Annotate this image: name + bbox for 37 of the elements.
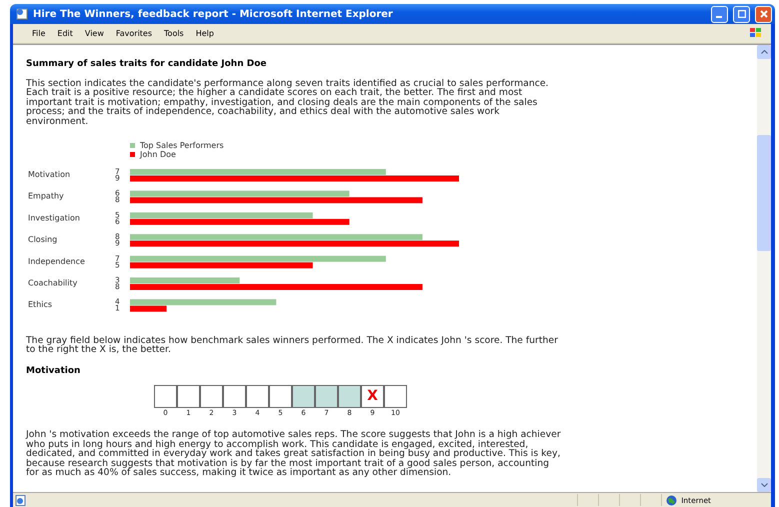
category-label: Motivation — [28, 170, 70, 179]
menu-item[interactable]: Help — [190, 27, 219, 40]
intro-paragraph: This section indicates the candidate's performance along seven traits identified as crucial to sales performance. Each trait is a positive resource; the higher a candidate scores on each trait, the better. The first and most important trait is motivation; empathy, investigation, and closing deals are the main components of the sales process; and the traits of independence, coachability, and ethics deal with the automotive sales work environment. — [26, 78, 550, 127]
scrollbar[interactable] — [757, 45, 771, 492]
category-label: Closing — [28, 234, 58, 244]
minimize-button[interactable] — [711, 6, 728, 22]
category-label: Coachability — [28, 278, 78, 288]
section-heading: Summary of sales traits for candidate John Doe — [26, 60, 268, 70]
category-label: Ethics — [28, 300, 52, 309]
legend-label: Top Sales Performers — [140, 140, 224, 150]
windows-logo-icon — [749, 27, 763, 39]
caret-down-icon — [760, 483, 768, 487]
scroll-thumb[interactable] — [757, 135, 771, 251]
scroll-up-button[interactable] — [757, 45, 771, 59]
legend-label: John Doe — [140, 150, 176, 159]
page-icon — [15, 494, 27, 506]
close-button[interactable] — [755, 6, 772, 22]
caret-up-icon — [760, 50, 768, 54]
score-mark: X — [367, 392, 378, 402]
trait-description: John 's motivation exceeds the range of top automotive sales reps. The score suggests that John is a high achiever who puts in long hours and high energy to accomplish work. This candidate is engaged, excited, interested, dedicated, and committed in everyday work and takes great satisfaction in being busy and productive. This is key, because research suggests that motivation is by far the most important trait of a good sales person, accounting for as much as 40% of sales success, making it twice as important as any other dimension. — [26, 430, 561, 478]
globe-icon — [666, 494, 678, 506]
menu-item[interactable]: Edit — [52, 27, 78, 40]
menu-item[interactable]: File — [27, 27, 50, 40]
scale-note: The gray field below indicates how benchmark sales winners performed. The X indicates John 's score. The further to the right the X is, the better. — [26, 336, 559, 355]
category-label: Investigation — [28, 212, 80, 222]
menu-item[interactable]: View — [80, 27, 109, 40]
category-label: Independence — [28, 256, 85, 266]
category-label: Empathy — [28, 191, 64, 200]
trait-heading: Motivation — [26, 366, 82, 376]
menu-item[interactable]: Tools — [159, 27, 189, 40]
maximize-button[interactable] — [733, 6, 750, 22]
page-icon — [16, 8, 28, 20]
menu-item[interactable]: Favorites — [110, 27, 158, 40]
close-icon — [760, 10, 768, 18]
scroll-down-button[interactable] — [757, 478, 771, 492]
maximize-icon — [738, 10, 746, 18]
window-title: Hire The Winners, feedback report - Microsoft Internet Explorer — [33, 8, 394, 20]
